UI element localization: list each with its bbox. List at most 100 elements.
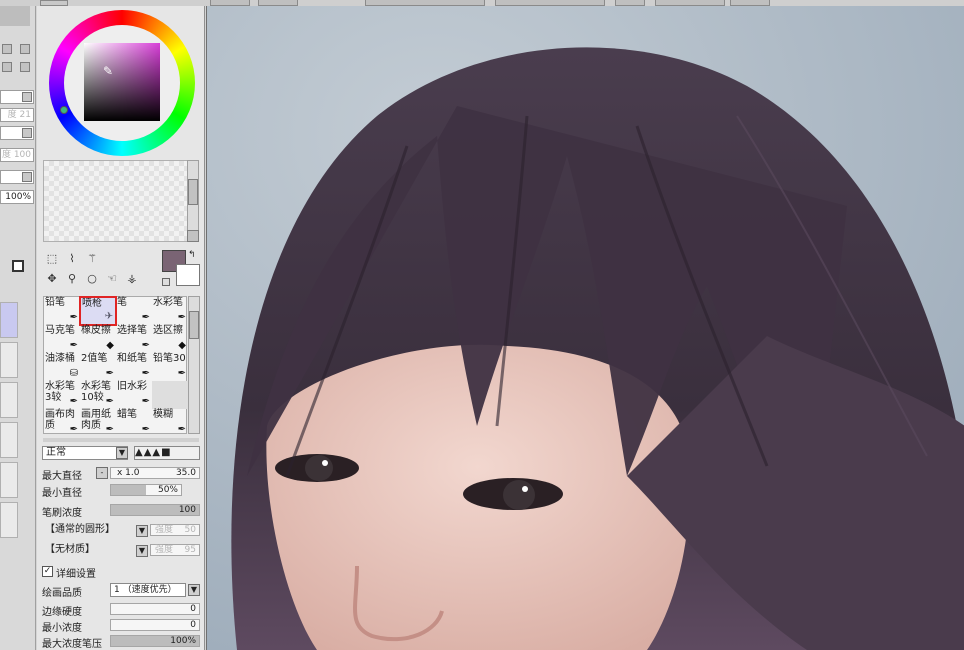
max-size-value: 35.0 <box>175 468 196 478</box>
density-label: 笔刷浓度 <box>42 508 82 519</box>
swatch-scroll-thumb[interactable] <box>188 179 198 205</box>
brush-eraser[interactable]: 橡皮擦 ◆ <box>80 325 116 353</box>
brush-shape-presets[interactable]: ▲▲▲■ <box>134 446 200 460</box>
color-mode-tabs[interactable] <box>40 0 68 6</box>
max-pressure-field[interactable]: 100% <box>110 635 200 647</box>
lasso-icon[interactable]: ⌇ <box>65 252 79 266</box>
swap-colors-icon[interactable]: ↰ <box>188 250 196 260</box>
saturation-value-square[interactable] <box>84 43 160 121</box>
pen-icon: ✒ <box>69 312 78 323</box>
add-layer-icon[interactable] <box>2 44 12 54</box>
texture-select[interactable]: 【无材质】 <box>42 544 132 558</box>
brush-select-eraser[interactable]: 选区擦 ◆ <box>152 325 188 353</box>
blend-mode-dropdown-icon[interactable]: ▼ <box>116 447 128 459</box>
brush-scroll-thumb[interactable] <box>189 311 199 339</box>
layer-visibility-icon[interactable] <box>12 260 24 272</box>
quality-label: 绘画品质 <box>42 588 82 599</box>
layer-option-icon[interactable] <box>20 44 30 54</box>
brush-label: 铅笔30 <box>153 353 186 364</box>
density-value: 100 <box>178 505 196 515</box>
layer-row-selected[interactable] <box>0 302 18 338</box>
max-size-minus-button[interactable]: - <box>96 467 108 479</box>
brush-bucket[interactable]: 油漆桶 ⛁ <box>44 353 80 381</box>
min-density-field[interactable]: 0 <box>110 619 200 631</box>
detail-settings-checkbox[interactable]: ✓ <box>42 566 53 577</box>
brush-paper-texture[interactable]: 画用纸肉质 ✒ <box>80 409 116 437</box>
move-icon[interactable]: ✥ <box>45 272 59 286</box>
right-eye-highlight <box>522 486 528 492</box>
brush-crayon[interactable]: 蜡笔 ✒ <box>116 409 152 437</box>
quality-dropdown-icon[interactable]: ▼ <box>188 584 200 596</box>
brush-pen[interactable]: 笔 ✒ <box>116 297 152 325</box>
min-size-label: 最小直径 <box>42 488 82 499</box>
brush-watercolor10[interactable]: 水彩笔10较 ✒ <box>80 381 116 409</box>
layer-opacity-field[interactable]: 100% <box>0 190 34 204</box>
brush-watercolor3[interactable]: 水彩笔3较 ✒ <box>44 381 80 409</box>
rect-select-icon[interactable]: ⬚ <box>45 252 59 266</box>
layer-panel: 度 21 度 100 100% <box>0 6 36 650</box>
hue-marker[interactable] <box>60 106 68 114</box>
pen-icon: ✒ <box>177 368 186 379</box>
brush-pencil[interactable]: 铅笔 ✒ <box>44 297 80 325</box>
brush-pencil30[interactable]: 铅笔30 ✒ <box>152 353 188 381</box>
layer-row-6[interactable] <box>0 502 18 538</box>
layer-field-1-dropdown[interactable] <box>22 92 32 102</box>
shape-strength-field: 强度 50 <box>150 524 200 536</box>
layer-preview <box>0 6 30 26</box>
brush-label: 2值笔 <box>81 353 108 364</box>
max-pressure-value: 100% <box>170 636 196 646</box>
eraser-icon: ◆ <box>106 340 114 351</box>
magic-wand-icon[interactable]: ⚚ <box>85 252 99 266</box>
drawing-canvas[interactable] <box>206 6 964 650</box>
brush-label: 水彩笔 <box>153 297 183 308</box>
reset-colors-icon[interactable] <box>162 278 170 286</box>
left-eye-highlight <box>322 460 328 466</box>
swatch-scroll-down[interactable] <box>187 230 199 242</box>
shape-dropdown-icon[interactable]: ▼ <box>136 525 148 537</box>
brush-blur[interactable]: 模糊 ✒ <box>152 409 188 437</box>
brush-empty-slot[interactable] <box>152 381 188 409</box>
shape-select[interactable]: 【通常的圆形】 <box>42 524 132 538</box>
max-size-field[interactable]: x 1.0 35.0 <box>110 467 200 479</box>
max-size-label: 最大直径 <box>42 471 82 482</box>
texture-strength-field: 强度 95 <box>150 544 200 556</box>
min-size-value: 50% <box>157 485 178 495</box>
panel-splitter[interactable] <box>43 438 199 442</box>
brush-binary[interactable]: 2值笔 ✒ <box>80 353 116 381</box>
pen-icon: ✒ <box>177 424 186 435</box>
layer-row-2[interactable] <box>0 342 18 378</box>
eyedropper-icon[interactable]: ⚶ <box>125 272 139 286</box>
brush-canvas-texture[interactable]: 画布肉质 ✒ <box>44 409 80 437</box>
brush-label: 和纸笔 <box>117 353 147 364</box>
color-swatch-grid[interactable] <box>43 160 191 242</box>
layer-row-4[interactable] <box>0 422 18 458</box>
texture-dropdown-icon[interactable]: ▼ <box>136 545 148 557</box>
brush-washi[interactable]: 和纸笔 ✒ <box>116 353 152 381</box>
density-field[interactable]: 100 <box>110 504 200 516</box>
brush-watercolor[interactable]: 水彩笔 ✒ <box>152 297 188 325</box>
layer-tool-icon[interactable] <box>2 62 12 72</box>
brush-label: 笔 <box>117 297 127 308</box>
layer-field-3-dropdown[interactable] <box>22 128 32 138</box>
brush-old-watercolor[interactable]: 旧水彩 ✒ <box>116 381 152 409</box>
rotate-icon[interactable]: ○ <box>85 272 99 286</box>
brush-label: 铅笔 <box>45 297 65 308</box>
edge-hardness-label: 边缘硬度 <box>42 607 82 618</box>
hand-icon[interactable]: ☜ <box>105 272 119 286</box>
brush-label: 蜡笔 <box>117 409 137 420</box>
brush-scrollbar[interactable] <box>188 296 200 434</box>
secondary-color[interactable] <box>176 264 200 286</box>
brush-airbrush[interactable]: 喷枪 ✈ <box>79 296 117 326</box>
max-size-mult: x 1.0 <box>117 468 140 478</box>
layer-delete-icon[interactable] <box>20 62 30 72</box>
quality-select[interactable]: 1 （速度优先） <box>110 583 186 597</box>
layer-row-3[interactable] <box>0 382 18 418</box>
brush-marker[interactable]: 马克笔 ✒ <box>44 325 80 353</box>
zoom-icon[interactable]: ⚲ <box>65 272 79 286</box>
layer-field-5-dropdown[interactable] <box>22 172 32 182</box>
edge-hardness-field[interactable]: 0 <box>110 603 200 615</box>
layer-row-5[interactable] <box>0 462 18 498</box>
min-size-field[interactable]: 50% <box>110 484 182 496</box>
min-density-label: 最小浓度 <box>42 623 82 634</box>
brush-select-pen[interactable]: 选择笔 ✒ <box>116 325 152 353</box>
